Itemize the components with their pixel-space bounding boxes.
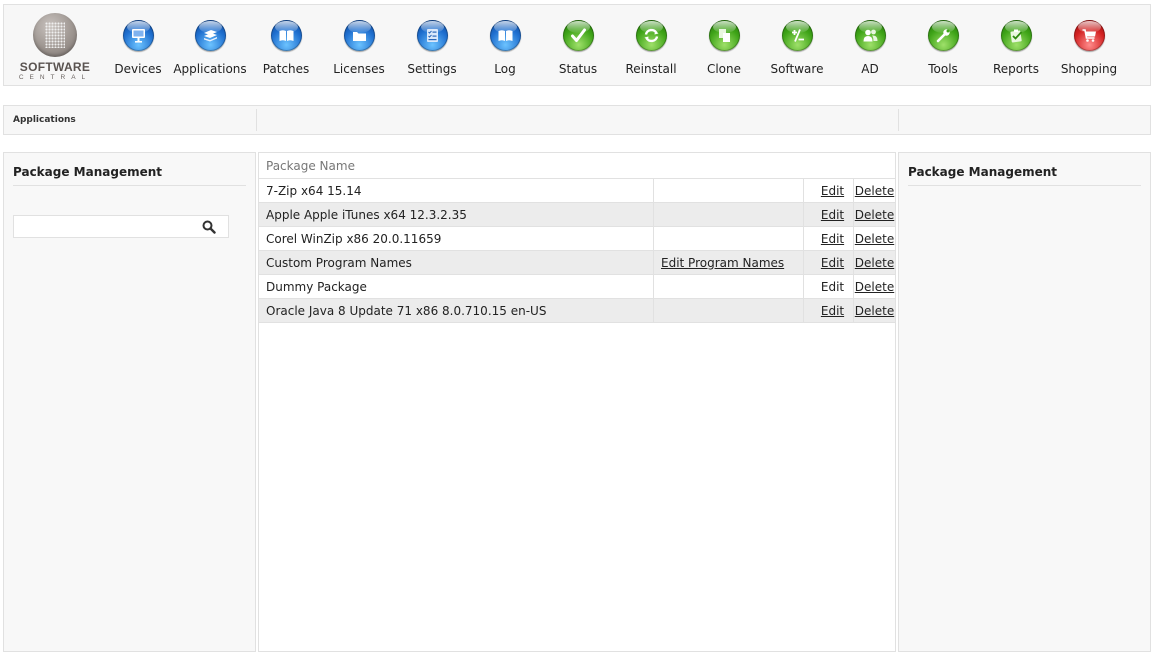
nav-item-log[interactable]: Log — [469, 5, 541, 87]
table-row: Corel WinZip x86 20.0.11659 Edit Delete — [259, 226, 895, 251]
breadcrumb-divider — [898, 109, 899, 131]
clipboard-check-icon — [1001, 20, 1032, 51]
package-name-cell: Oracle Java 8 Update 71 x86 8.0.710.15 e… — [259, 298, 654, 323]
delete-cell: Delete — [853, 226, 895, 251]
column-header-package-name[interactable]: Package Name — [259, 153, 895, 179]
package-search — [13, 215, 229, 238]
copy-icon — [709, 20, 740, 51]
checkmark-icon — [563, 20, 594, 51]
table-row: 7-Zip x64 15.14 Edit Delete — [259, 178, 895, 203]
package-table: Package Name 7-Zip x64 15.14 Edit Delete Ap… — [259, 153, 895, 323]
delete-link[interactable]: Delete — [855, 280, 894, 294]
edit-link[interactable]: Edit — [821, 280, 844, 294]
stack-icon — [195, 20, 226, 51]
table-header-row: Package Name — [259, 153, 895, 179]
left-panel: Package Management — [3, 152, 256, 652]
book-icon — [271, 20, 302, 51]
delete-link[interactable]: Delete — [855, 304, 894, 318]
extra-action-cell — [653, 226, 804, 251]
nav-item-status[interactable]: Status — [542, 5, 614, 87]
plus-minus-icon — [782, 20, 813, 51]
package-list-panel: Package Name 7-Zip x64 15.14 Edit Delete Ap… — [258, 152, 896, 652]
extra-action-cell — [653, 298, 804, 323]
delete-cell: Delete — [853, 178, 895, 203]
nav-item-settings[interactable]: Settings — [396, 5, 468, 87]
checklist-icon — [417, 20, 448, 51]
edit-cell: Edit — [803, 250, 854, 275]
nav-item-tools[interactable]: Tools — [907, 5, 979, 87]
delete-cell: Delete — [853, 298, 895, 323]
nav-item-ad[interactable]: AD — [834, 5, 906, 87]
edit-cell: Edit — [803, 226, 854, 251]
nav-item-software[interactable]: Software — [761, 5, 833, 87]
table-row: Dummy Package Edit Delete — [259, 274, 895, 299]
package-name-cell: Corel WinZip x86 20.0.11659 — [259, 226, 654, 251]
extra-action-cell — [653, 202, 804, 227]
delete-cell: Delete — [853, 274, 895, 299]
logo-text-primary: SOFTWARE — [19, 60, 91, 74]
edit-cell: Edit — [803, 298, 854, 323]
right-panel-title: Package Management — [908, 165, 1141, 186]
package-name-cell: Apple Apple iTunes x64 12.3.2.35 — [259, 202, 654, 227]
nav-item-clone[interactable]: Clone — [688, 5, 760, 87]
monitor-icon — [123, 20, 154, 51]
breadcrumb-divider — [256, 109, 257, 131]
software-central-logo[interactable]: SOFTWARE CENTRAL — [9, 11, 99, 83]
extra-action-cell — [653, 178, 804, 203]
extra-action-cell — [653, 274, 804, 299]
nav-item-applications[interactable]: Applications — [173, 5, 247, 87]
book-icon — [490, 20, 521, 51]
edit-link[interactable]: Edit — [821, 304, 844, 318]
wrench-icon — [928, 20, 959, 51]
edit-program-names-link[interactable]: Edit Program Names — [661, 256, 784, 270]
edit-link[interactable]: Edit — [821, 256, 844, 270]
delete-link[interactable]: Delete — [855, 208, 894, 222]
logo-emblem-icon — [33, 13, 77, 57]
breadcrumb-bar: Applications — [3, 105, 1151, 135]
right-panel: Package Management — [898, 152, 1151, 652]
refresh-icon — [636, 20, 667, 51]
package-name-cell: 7-Zip x64 15.14 — [259, 178, 654, 203]
edit-link[interactable]: Edit — [821, 232, 844, 246]
nav-item-licenses[interactable]: Licenses — [323, 5, 395, 87]
delete-cell: Delete — [853, 202, 895, 227]
extra-action-cell: Edit Program Names — [653, 250, 804, 275]
nav-item-patches[interactable]: Patches — [250, 5, 322, 87]
package-name-cell: Dummy Package — [259, 274, 654, 299]
logo-text-secondary: CENTRAL — [18, 74, 92, 81]
nav-item-reports[interactable]: Reports — [980, 5, 1052, 87]
folder-icon — [344, 20, 375, 51]
table-row: Oracle Java 8 Update 71 x86 8.0.710.15 e… — [259, 298, 895, 323]
left-panel-title: Package Management — [13, 165, 246, 186]
package-search-input[interactable] — [14, 216, 202, 237]
breadcrumb-current: Applications — [13, 115, 76, 125]
nav-item-label: Shopping — [1060, 62, 1118, 76]
edit-link[interactable]: Edit — [821, 208, 844, 222]
cart-icon — [1074, 20, 1105, 51]
edit-cell: Edit — [803, 202, 854, 227]
search-icon[interactable] — [202, 220, 216, 234]
top-navigation-bar: SOFTWARE CENTRAL Devices Applications Patc… — [3, 4, 1151, 86]
nav-item-shopping[interactable]: Shopping — [1053, 5, 1125, 87]
edit-cell: Edit — [803, 274, 854, 299]
delete-link[interactable]: Delete — [855, 184, 894, 198]
edit-link[interactable]: Edit — [821, 184, 844, 198]
table-row: Custom Program Names Edit Program Names Ed… — [259, 250, 895, 275]
delete-link[interactable]: Delete — [855, 232, 894, 246]
delete-cell: Delete — [853, 250, 895, 275]
table-row: Apple Apple iTunes x64 12.3.2.35 Edit Dele… — [259, 202, 895, 227]
edit-cell: Edit — [803, 178, 854, 203]
users-icon — [855, 20, 886, 51]
package-name-cell: Custom Program Names — [259, 250, 654, 275]
nav-item-reinstall[interactable]: Reinstall — [615, 5, 687, 87]
delete-link[interactable]: Delete — [855, 256, 894, 270]
